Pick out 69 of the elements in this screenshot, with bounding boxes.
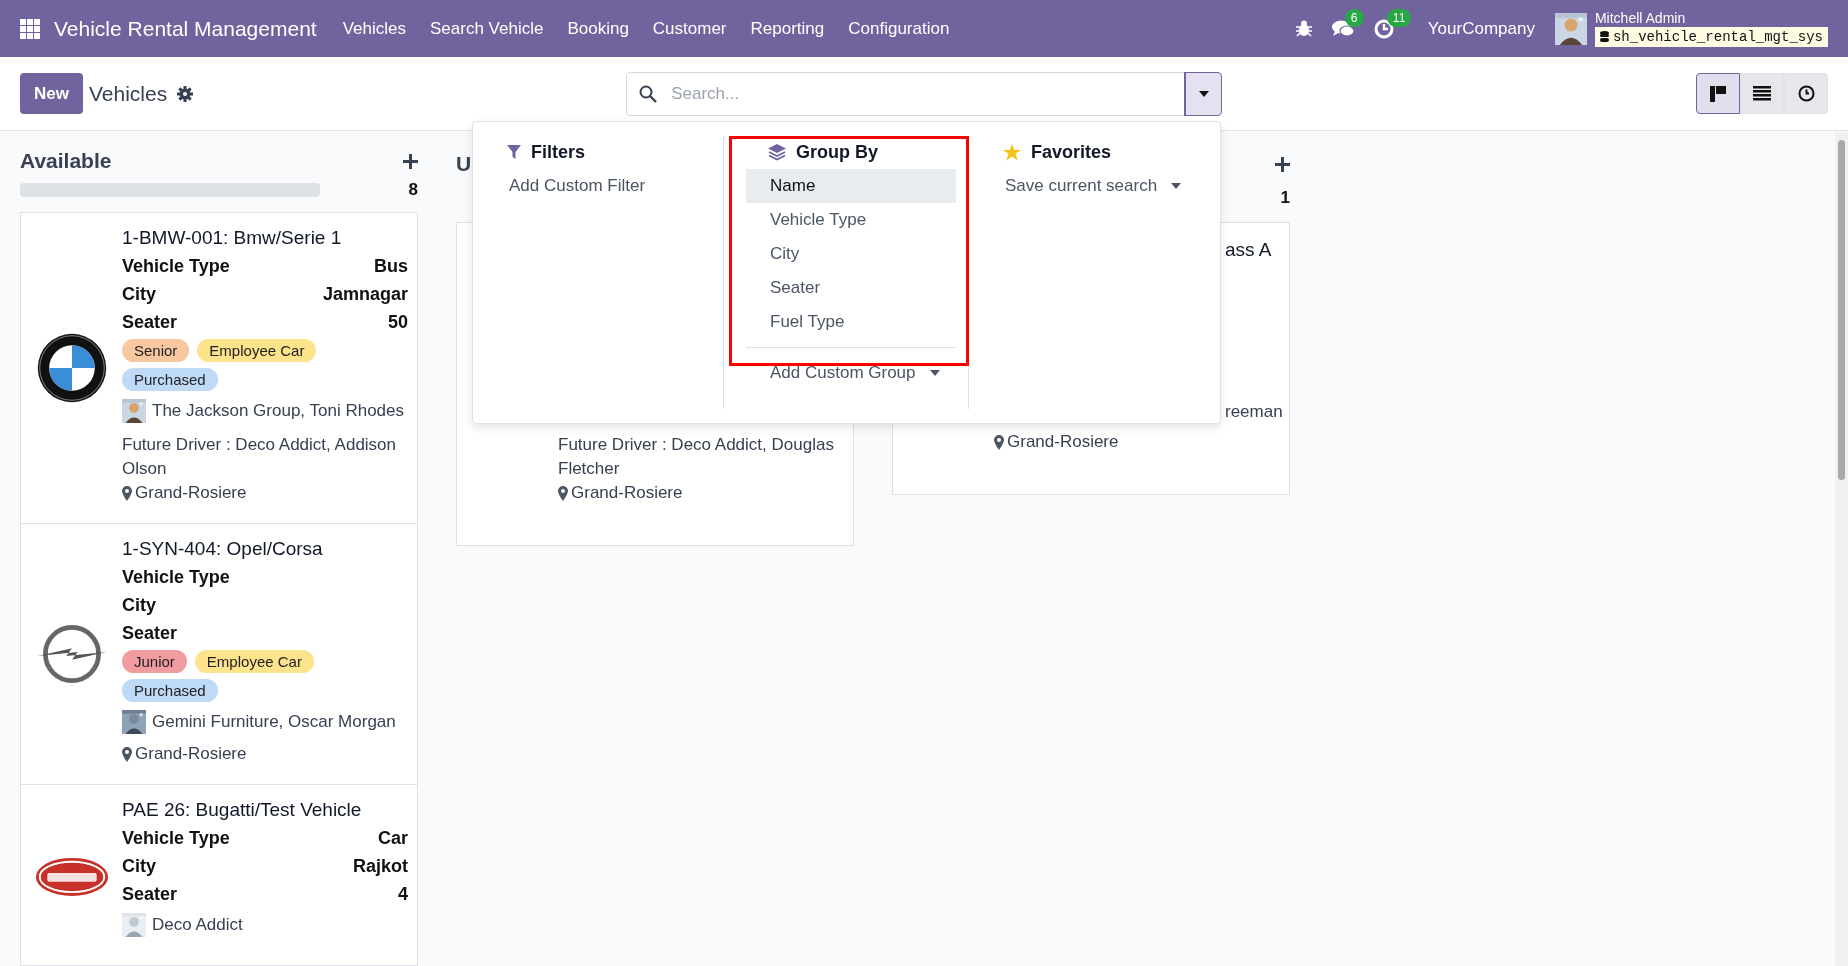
menu-item[interactable]: Customer <box>652 18 727 39</box>
vehicle-card[interactable]: 1-BMW-001: Bmw/Serie 1 Vehicle Type Bus City Jamnagar Seater 50 Senior Employee Car Purchased The Jackson Group, Toni Rhodes Future Driver : Deco Addict, Addison Olson Grand-Rosiere <box>20 212 418 524</box>
field-label: Seater <box>122 311 178 334</box>
menu-item[interactable]: Vehicles <box>342 18 406 39</box>
group-by-option[interactable]: Fuel Type <box>746 305 956 339</box>
field-label: Vehicle Type <box>122 255 230 278</box>
vehicle-title: 1-BMW-001: Bmw/Serie 1 <box>122 226 343 250</box>
menu-item[interactable]: Booking <box>567 18 629 39</box>
location: Grand-Rosiere <box>135 483 247 503</box>
field-value: Bus <box>374 255 408 278</box>
menu-item[interactable]: Configuration <box>848 18 950 39</box>
partner-name: Gemini Furniture, Oscar Morgan <box>152 712 396 732</box>
field-label: City <box>122 855 156 878</box>
field-label: Seater <box>122 883 178 906</box>
menu-item[interactable]: Reporting <box>750 18 825 39</box>
field-value: Jamnagar <box>322 283 408 306</box>
field-label: Vehicle Type <box>122 566 230 589</box>
field-value: 4 <box>398 883 408 906</box>
location: Grand-Rosiere <box>571 483 683 503</box>
save-search-dropdown[interactable]: Save current search <box>981 169 1208 203</box>
vehicle-title: PAE 26: Bugatti/Test Vehicle <box>122 798 363 822</box>
search-input[interactable]: Search... <box>669 72 1186 115</box>
field-label: City <box>122 283 156 306</box>
tag: Purchased <box>122 368 218 391</box>
new-button[interactable]: New <box>20 73 83 114</box>
future-driver: Future Driver : Deco Addict, Douglas Fletcher <box>558 434 835 480</box>
user-name[interactable]: Mitchell Admin <box>1594 10 1828 26</box>
vehicle-title: 1-SYN-404: Opel/Corsa <box>122 537 324 561</box>
tag: Employee Car <box>194 650 314 673</box>
vehicle-title: ass A <box>1224 238 1273 262</box>
partner-name: The Jackson Group, Toni Rhodes <box>152 401 404 421</box>
tag: Employee Car <box>197 339 317 362</box>
partner-name: Deco Addict <box>152 915 243 935</box>
field-label: Vehicle Type <box>122 827 230 850</box>
field-label: City <box>122 594 156 617</box>
tag: Junior <box>122 650 187 673</box>
location: Grand-Rosiere <box>1007 432 1119 452</box>
column-title: U <box>456 152 472 176</box>
section-title: Favorites <box>1031 142 1112 163</box>
search-field[interactable]: Search... <box>626 71 1223 116</box>
section-title: Filters <box>531 142 586 163</box>
field-label: Seater <box>122 622 178 645</box>
tag: Purchased <box>122 679 218 702</box>
field-value: 50 <box>387 311 408 334</box>
group-by-option[interactable]: Name <box>746 169 956 203</box>
vehicle-card[interactable]: PAE 26: Bugatti/Test Vehicle Vehicle Type Car City Rajkot Seater 4 Deco Addict <box>20 784 418 966</box>
tag: Senior <box>122 339 190 362</box>
column-title: Available <box>20 149 112 174</box>
message-count: 6 <box>1344 9 1364 27</box>
record-count: 8 <box>408 180 418 201</box>
location: Grand-Rosiere <box>135 744 247 764</box>
future-driver: Future Driver : Deco Addict, Addison Olson <box>122 434 398 480</box>
menu-item[interactable]: Search Vehicle <box>430 18 544 39</box>
field-value: Rajkot <box>353 855 408 878</box>
menu-item[interactable]: Add Custom Filter <box>485 169 711 203</box>
group-by-option[interactable]: City <box>746 237 956 271</box>
group-by-option[interactable]: Vehicle Type <box>746 203 956 237</box>
field-value: Car <box>378 827 408 850</box>
activity-count: 11 <box>1386 8 1412 27</box>
add-custom-group-dropdown[interactable]: Add Custom Group <box>746 356 956 390</box>
section-title: Group By <box>796 142 878 163</box>
vehicle-card[interactable]: 1-SYN-404: Opel/Corsa Vehicle Type City Seater Junior Employee Car Purchased Gemini Furniture, Oscar Morgan Grand-Rosiere <box>20 523 418 785</box>
breadcrumb: Vehicles <box>88 81 168 106</box>
partner-name: reeman <box>1225 402 1283 422</box>
record-count: 1 <box>1280 188 1290 208</box>
database-name: sh_vehicle_rental_mgt_sys <box>1594 27 1828 47</box>
group-by-option[interactable]: Seater <box>746 271 956 305</box>
app-title[interactable]: Vehicle Rental Management <box>54 16 317 41</box>
company-name[interactable]: YourCompany <box>1427 18 1535 39</box>
